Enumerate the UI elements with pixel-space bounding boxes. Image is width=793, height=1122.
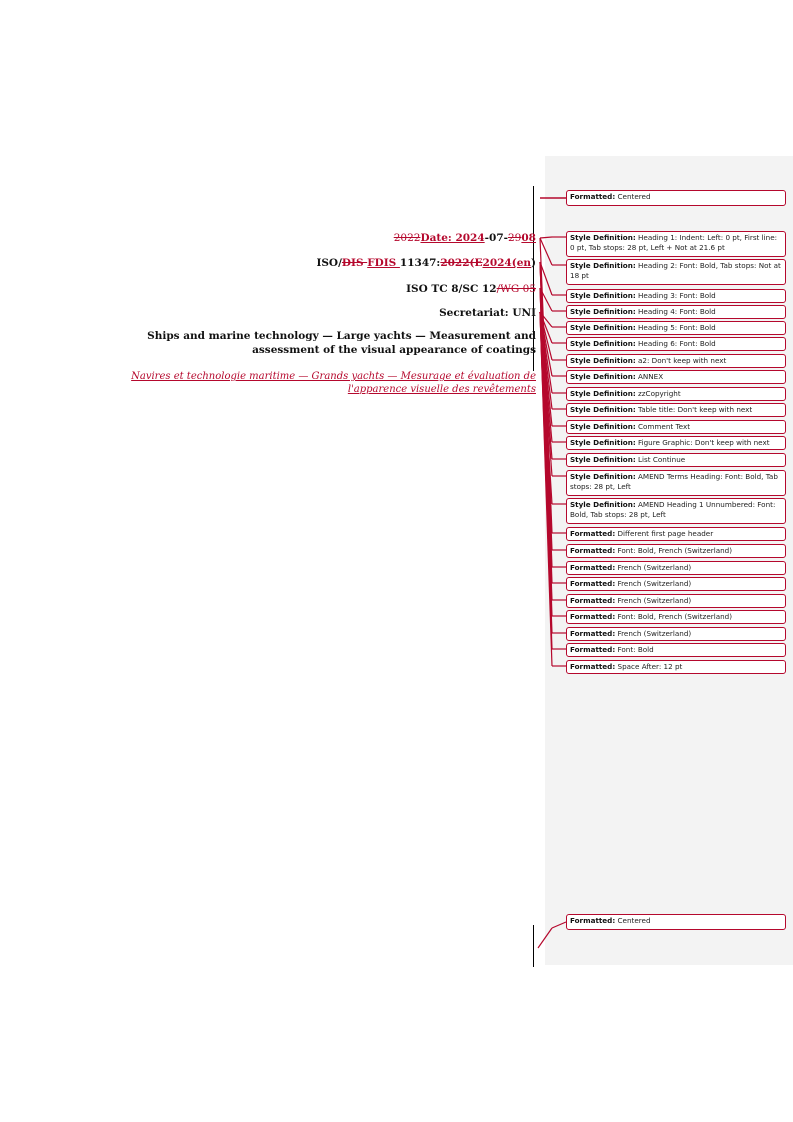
inserted-text: 2024(en: [482, 257, 532, 269]
revision-balloon[interactable]: Style Definition: Heading 5: Font: Bold: [566, 321, 786, 335]
balloon-description: Space After: 12 pt: [615, 662, 683, 671]
balloon-kind-label: Formatted:: [570, 192, 616, 201]
iso-reference-line[interactable]: ISO/DIS FDIS 11347:2022(E2024(en): [316, 257, 536, 270]
revision-balloon[interactable]: Formatted: Space After: 12 pt: [566, 660, 786, 674]
revision-balloon[interactable]: Formatted: Font: Bold, French (Switzerla…: [566, 544, 786, 558]
balloon-description: Table title: Don't keep with next: [635, 405, 753, 414]
page-margin-line-bottom: [533, 925, 534, 967]
revision-balloon[interactable]: Formatted: Different first page header: [566, 527, 786, 541]
revision-balloon[interactable]: Formatted: Centered: [566, 190, 786, 206]
revision-balloon[interactable]: Style Definition: Comment Text: [566, 420, 786, 434]
balloon-kind-label: Style Definition:: [570, 356, 636, 365]
deleted-text: 2022(E: [440, 257, 483, 269]
balloon-description: French (Switzerland): [615, 579, 692, 588]
balloon-kind-label: Formatted:: [570, 629, 616, 638]
balloon-kind-label: Formatted:: [570, 612, 616, 621]
balloon-kind-label: Style Definition:: [570, 339, 636, 348]
balloon-kind-label: Style Definition:: [570, 372, 636, 381]
revision-balloon[interactable]: Style Definition: List Continue: [566, 453, 786, 467]
balloon-kind-label: Style Definition:: [570, 422, 636, 431]
balloon-description: French (Switzerland): [615, 629, 692, 638]
balloon-description: French (Switzerland): [615, 563, 692, 572]
balloon-kind-label: Style Definition:: [570, 405, 636, 414]
deleted-text: 2022: [393, 232, 421, 244]
balloon-description: Heading 5: Font: Bold: [635, 323, 716, 332]
deleted-text: /WG 05: [496, 283, 536, 295]
revision-balloon[interactable]: Style Definition: a2: Don't keep with ne…: [566, 354, 786, 368]
revision-balloon[interactable]: Style Definition: Heading 4: Font: Bold: [566, 305, 786, 319]
deleted-text: DIS: [341, 257, 368, 269]
balloon-kind-label: Formatted:: [570, 563, 616, 572]
committee-line[interactable]: ISO TC 8/SC 12/WG 05: [406, 283, 536, 296]
revision-balloon[interactable]: Formatted: Centered: [566, 914, 786, 930]
balloon-kind-label: Style Definition:: [570, 455, 636, 464]
balloon-description: Centered: [615, 192, 651, 201]
revision-balloon[interactable]: Formatted: French (Switzerland): [566, 627, 786, 641]
balloon-description: Different first page header: [615, 529, 714, 538]
balloon-kind-label: Style Definition:: [570, 500, 636, 509]
balloon-kind-label: Style Definition:: [570, 233, 636, 242]
revision-balloon[interactable]: Formatted: Font: Bold, French (Switzerla…: [566, 610, 786, 624]
revision-balloon[interactable]: Style Definition: AMEND Terms Heading: F…: [566, 470, 786, 496]
balloon-kind-label: Formatted:: [570, 579, 616, 588]
text-run: 11347:: [399, 257, 441, 269]
balloon-kind-label: Style Definition:: [570, 438, 636, 447]
balloon-kind-label: Formatted:: [570, 662, 616, 671]
revision-balloon[interactable]: Style Definition: zzCopyright: [566, 387, 786, 401]
balloon-description: Heading 6: Font: Bold: [635, 339, 716, 348]
balloon-description: ANNEX: [635, 372, 664, 381]
balloon-description: Font: Bold, French (Switzerland): [615, 612, 733, 621]
english-title[interactable]: Ships and marine technology — Large yach…: [80, 330, 536, 357]
balloon-kind-label: Formatted:: [570, 916, 616, 925]
revision-balloon[interactable]: Style Definition: ANNEX: [566, 370, 786, 384]
deleted-text: 29: [508, 232, 522, 244]
revision-balloon[interactable]: Formatted: Font: Bold: [566, 643, 786, 657]
revision-balloon[interactable]: Formatted: French (Switzerland): [566, 594, 786, 608]
revision-balloon[interactable]: Style Definition: Figure Graphic: Don't …: [566, 436, 786, 450]
text-run: ISO TC 8/SC 12: [406, 283, 497, 295]
inserted-text: FDIS: [367, 257, 400, 269]
french-title[interactable]: Navires et technologie maritime — Grands…: [80, 370, 536, 396]
balloon-description: French (Switzerland): [615, 596, 692, 605]
revision-balloon[interactable]: Style Definition: AMEND Heading 1 Unnumb…: [566, 498, 786, 524]
balloon-kind-label: Formatted:: [570, 529, 616, 538]
revision-balloon[interactable]: Formatted: French (Switzerland): [566, 561, 786, 575]
balloon-kind-label: Style Definition:: [570, 472, 636, 481]
balloon-kind-label: Formatted:: [570, 596, 616, 605]
text-run: ): [531, 257, 536, 269]
date-line[interactable]: 2022Date: 2024-07-2908: [394, 232, 536, 245]
balloon-description: Centered: [615, 916, 651, 925]
balloon-description: List Continue: [635, 455, 686, 464]
inserted-text: Date: 2024: [420, 232, 485, 244]
balloon-description: Font: Bold, French (Switzerland): [615, 546, 733, 555]
balloon-kind-label: Style Definition:: [570, 323, 636, 332]
balloon-description: Comment Text: [635, 422, 691, 431]
balloon-kind-label: Style Definition:: [570, 261, 636, 270]
balloon-description: Font: Bold: [615, 645, 654, 654]
text-run: ISO/: [316, 257, 342, 269]
secretariat-line[interactable]: Secretariat: UNI: [439, 307, 536, 320]
inserted-text: 08: [521, 232, 536, 244]
secretariat-text: Secretariat: UNI: [439, 307, 536, 319]
balloon-kind-label: Style Definition:: [570, 291, 636, 300]
revision-balloon[interactable]: Style Definition: Table title: Don't kee…: [566, 403, 786, 417]
balloon-description: Heading 3: Font: Bold: [635, 291, 716, 300]
revision-balloon[interactable]: Formatted: French (Switzerland): [566, 577, 786, 591]
balloon-description: Heading 4: Font: Bold: [635, 307, 716, 316]
balloon-description: zzCopyright: [635, 389, 681, 398]
revision-balloon[interactable]: Style Definition: Heading 2: Font: Bold,…: [566, 259, 786, 285]
text-run: -07-: [484, 232, 508, 244]
balloon-kind-label: Style Definition:: [570, 307, 636, 316]
balloon-kind-label: Formatted:: [570, 645, 616, 654]
balloon-kind-label: Style Definition:: [570, 389, 636, 398]
balloon-kind-label: Formatted:: [570, 546, 616, 555]
revision-balloon[interactable]: Style Definition: Heading 1: Indent: Lef…: [566, 231, 786, 257]
revision-balloon[interactable]: Style Definition: Heading 6: Font: Bold: [566, 337, 786, 351]
balloon-description: Figure Graphic: Don't keep with next: [635, 438, 770, 447]
revision-balloon[interactable]: Style Definition: Heading 3: Font: Bold: [566, 289, 786, 303]
balloon-description: a2: Don't keep with next: [635, 356, 727, 365]
